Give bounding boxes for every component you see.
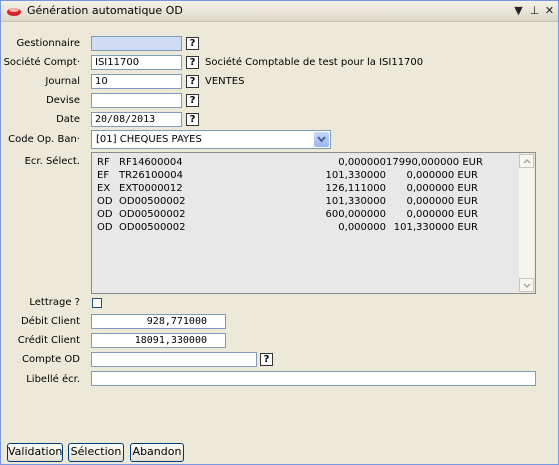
lettrage-checkbox[interactable] <box>92 298 102 308</box>
entry-credit: 0,000000 EUR <box>406 170 478 181</box>
entry-ref: OD00500002 <box>119 196 186 207</box>
chevron-down-icon[interactable] <box>314 132 329 147</box>
gestionnaire-label: Gestionnaire <box>16 38 80 49</box>
entry-debit: 0,000000 <box>338 222 386 233</box>
libelle-input[interactable] <box>91 371 536 386</box>
entry-debit: 126,111000 <box>325 183 386 194</box>
entry-credit: 101,330000 EUR <box>393 222 478 233</box>
close-icon[interactable]: ✕ <box>543 3 556 18</box>
entry-ref: OD00500002 <box>119 209 186 220</box>
entry-ref: EXT0000012 <box>119 183 183 194</box>
window-title: Génération automatique OD <box>27 4 183 17</box>
validation-button[interactable]: Validation <box>7 443 63 462</box>
gestionnaire-input[interactable] <box>91 36 182 51</box>
libelle-label: Libellé écr. <box>26 374 80 385</box>
entry-credit: 17990,000000 EUR <box>386 157 483 168</box>
compte-od-input[interactable] <box>91 352 257 367</box>
entry-journal: OD <box>97 222 113 233</box>
list-scrollbar[interactable] <box>519 154 534 292</box>
entry-ref: OD00500002 <box>119 222 186 233</box>
date-label: Date <box>56 114 80 125</box>
scroll-up-icon[interactable] <box>519 154 534 168</box>
debit-client-field[interactable]: 928,771000 <box>91 314 226 329</box>
entry-journal: EF <box>97 170 110 181</box>
entry-journal: OD <box>97 209 113 220</box>
ecr-select-label: Ecr. Sélect. <box>24 156 80 167</box>
devise-label: Devise <box>46 95 80 106</box>
societe-label: Société Compt· <box>3 57 80 68</box>
lettrage-label: Lettrage ? <box>29 297 80 308</box>
compte-od-label: Compte OD <box>21 354 80 365</box>
journal-label: Journal <box>45 76 80 87</box>
compte-od-help-icon[interactable]: ? <box>260 353 273 366</box>
selection-button[interactable]: Sélection <box>68 443 124 462</box>
societe-description: Société Comptable de test pour la ISI117… <box>205 57 424 68</box>
entry-credit: 0,000000 EUR <box>406 209 478 220</box>
entry-credit: 0,000000 EUR <box>406 183 478 194</box>
entry-debit: 600,000000 <box>325 209 386 220</box>
debit-client-label: Débit Client <box>20 316 80 327</box>
devise-help-icon[interactable]: ? <box>186 94 199 107</box>
pin-icon[interactable]: ⊥ <box>528 3 541 18</box>
code-op-label: Code Op. Ban· <box>8 134 80 145</box>
journal-description: VENTES <box>205 76 245 87</box>
societe-help-icon[interactable]: ? <box>186 56 199 69</box>
date-help-icon[interactable]: ? <box>186 113 199 126</box>
entry-debit: 101,330000 <box>325 196 386 207</box>
entry-debit: 101,330000 <box>325 170 386 181</box>
app-logo-icon <box>6 5 22 17</box>
date-input[interactable]: 20/08/2013 <box>91 112 182 127</box>
journal-input[interactable]: 10 <box>91 74 182 89</box>
menu-dropdown-icon[interactable]: ▼ <box>512 3 525 18</box>
abandon-button[interactable]: Abandon <box>130 443 184 462</box>
entry-journal: RF <box>97 157 110 168</box>
gestionnaire-help-icon[interactable]: ? <box>186 37 199 50</box>
journal-help-icon[interactable]: ? <box>186 75 199 88</box>
entries-list[interactable]: RF RF14600004 0,000000 17990,000000 EUR … <box>91 152 536 294</box>
scroll-down-icon[interactable] <box>519 278 534 292</box>
entry-journal: EX <box>97 183 111 194</box>
entry-debit: 0,000000 <box>338 157 386 168</box>
entry-credit: 0,000000 EUR <box>406 196 478 207</box>
window: Génération automatique OD ▼ ⊥ ✕ Gestionn… <box>0 0 559 465</box>
entry-ref: TR26100004 <box>119 170 183 181</box>
societe-input[interactable]: ISI11700 <box>91 55 182 70</box>
code-op-select[interactable]: [01] CHEQUES PAYES <box>91 130 331 149</box>
entry-journal: OD <box>97 196 113 207</box>
credit-client-label: Crédit Client <box>17 335 80 346</box>
entry-ref: RF14600004 <box>119 157 183 168</box>
credit-client-field[interactable]: 18091,330000 <box>91 333 226 348</box>
devise-input[interactable] <box>91 93 182 108</box>
code-op-value: [01] CHEQUES PAYES <box>96 134 202 145</box>
title-bar: Génération automatique OD ▼ ⊥ ✕ <box>1 1 558 22</box>
